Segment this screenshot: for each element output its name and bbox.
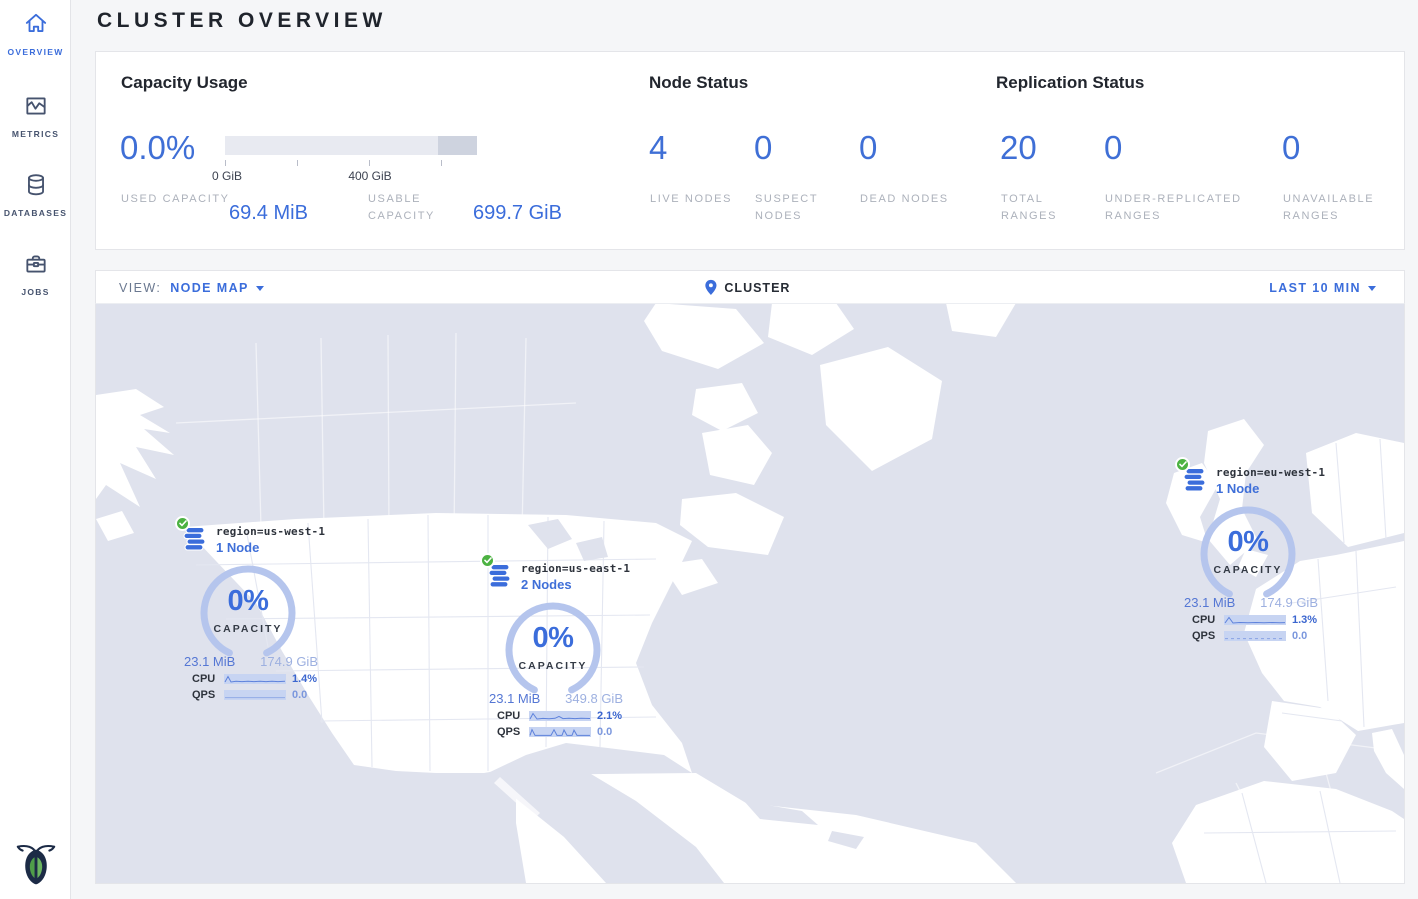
sidebar-item-metrics[interactable]: METRICS bbox=[0, 93, 71, 139]
view-selector-value: NODE MAP bbox=[170, 281, 249, 295]
capacity-usage-bar bbox=[225, 136, 477, 155]
node-count-link[interactable]: 1 Node bbox=[216, 540, 325, 555]
suspect-nodes-value: 0 bbox=[754, 129, 772, 167]
capacity-ring: 0% CAPACITY bbox=[198, 563, 298, 663]
total-ranges-value: 20 bbox=[1000, 129, 1037, 167]
qps-value: 0.0 bbox=[1292, 630, 1307, 642]
metrics-icon bbox=[23, 93, 49, 124]
capacity-ring: 0% CAPACITY bbox=[1198, 504, 1298, 604]
capacity-tick-label: 0 GiB bbox=[212, 169, 242, 183]
sidebar-item-overview[interactable]: OVERVIEW bbox=[0, 11, 71, 57]
qps-sparkline bbox=[529, 727, 591, 737]
capacity-tick bbox=[441, 160, 442, 166]
home-icon bbox=[23, 11, 49, 42]
qps-value: 0.0 bbox=[292, 689, 307, 701]
qps-label: QPS bbox=[192, 689, 218, 701]
qps-label: QPS bbox=[1192, 630, 1218, 642]
qps-label: QPS bbox=[497, 726, 523, 738]
usable-capacity-label: USABLE CAPACITY bbox=[368, 191, 488, 225]
node-status-title: Node Status bbox=[649, 73, 748, 93]
sidebar-item-label: METRICS bbox=[0, 129, 71, 139]
cpu-sparkline bbox=[1224, 615, 1286, 625]
map-toolbar: VIEW: NODE MAP CLUSTER LAST 10 MIN bbox=[95, 270, 1405, 304]
cpu-label: CPU bbox=[192, 673, 218, 685]
map-pin-icon bbox=[704, 279, 717, 296]
capacity-used-percent: 0.0% bbox=[120, 129, 195, 167]
view-label: VIEW: bbox=[119, 281, 161, 295]
node-popup-eu-west-1[interactable]: region=eu-west-1 1 Node 0% CAPACITY 23.1… bbox=[1182, 466, 1334, 642]
usable-capacity-value: 699.7 GiB bbox=[473, 202, 562, 225]
region-label: region=eu-west-1 bbox=[1216, 466, 1325, 479]
suspect-nodes-label: SUSPECT NODES bbox=[755, 191, 845, 225]
region-label: region=us-east-1 bbox=[521, 562, 630, 575]
time-range-value: LAST 10 MIN bbox=[1269, 281, 1361, 295]
qps-sparkline bbox=[224, 690, 286, 700]
node-popup-us-east-1[interactable]: region=us-east-1 2 Nodes 0% CAPACITY 23.… bbox=[487, 562, 639, 738]
cpu-label: CPU bbox=[497, 710, 523, 722]
replication-status-title: Replication Status bbox=[996, 73, 1144, 93]
unavailable-ranges-value: 0 bbox=[1282, 129, 1300, 167]
cpu-value: 1.4% bbox=[292, 673, 317, 685]
healthy-check-icon bbox=[1175, 457, 1190, 472]
capacity-tick bbox=[369, 160, 370, 166]
live-nodes-value: 4 bbox=[649, 129, 667, 167]
chevron-down-icon bbox=[1368, 286, 1376, 291]
capacity-percent: 0% bbox=[198, 585, 298, 618]
cpu-value: 2.1% bbox=[597, 710, 622, 722]
live-nodes-label: LIVE NODES bbox=[650, 191, 740, 208]
capacity-percent: 0% bbox=[1198, 526, 1298, 559]
capacity-label: CAPACITY bbox=[1198, 564, 1298, 576]
capacity-bar-end-segment bbox=[438, 136, 477, 155]
capacity-usage-title: Capacity Usage bbox=[121, 73, 248, 93]
cpu-sparkline bbox=[224, 674, 286, 684]
view-selector-dropdown[interactable]: NODE MAP bbox=[170, 281, 264, 295]
healthy-check-icon bbox=[480, 553, 495, 568]
under-replicated-ranges-value: 0 bbox=[1104, 129, 1122, 167]
page-title: CLUSTER OVERVIEW bbox=[97, 9, 387, 33]
sidebar-item-databases[interactable]: DATABASES bbox=[0, 172, 71, 218]
under-replicated-ranges-label: UNDER-REPLICATED RANGES bbox=[1105, 191, 1265, 225]
total-ranges-label: TOTAL RANGES bbox=[1001, 191, 1091, 225]
region-label: region=us-west-1 bbox=[216, 525, 325, 538]
used-capacity-value: 69.4 MiB bbox=[229, 202, 308, 225]
chevron-down-icon bbox=[256, 286, 264, 291]
capacity-tick bbox=[225, 160, 226, 166]
cpu-sparkline bbox=[529, 711, 591, 721]
sidebar-item-label: OVERVIEW bbox=[0, 47, 71, 57]
cockroachdb-logo bbox=[0, 838, 71, 891]
cpu-label: CPU bbox=[1192, 614, 1218, 626]
node-count-link[interactable]: 1 Node bbox=[1216, 481, 1325, 496]
sidebar-item-jobs[interactable]: JOBS bbox=[0, 251, 71, 297]
dead-nodes-value: 0 bbox=[859, 129, 877, 167]
node-count-link[interactable]: 2 Nodes bbox=[521, 577, 630, 592]
healthy-check-icon bbox=[175, 516, 190, 531]
used-capacity-label: USED CAPACITY bbox=[121, 191, 241, 208]
qps-value: 0.0 bbox=[597, 726, 612, 738]
cpu-value: 1.3% bbox=[1292, 614, 1317, 626]
cluster-overview-page: OVERVIEW METRICS DATABASES bbox=[0, 0, 1418, 899]
breadcrumb-cluster: CLUSTER bbox=[724, 281, 790, 295]
capacity-label: CAPACITY bbox=[503, 660, 603, 672]
capacity-ring: 0% CAPACITY bbox=[503, 600, 603, 700]
capacity-tick bbox=[297, 160, 298, 166]
node-popup-us-west-1[interactable]: region=us-west-1 1 Node 0% CAPACITY 23.1… bbox=[182, 525, 334, 701]
capacity-label: CAPACITY bbox=[198, 623, 298, 635]
summary-panel: Capacity Usage 0.0% 0 GiB 400 GiB USED C… bbox=[95, 51, 1405, 250]
capacity-tick-label: 400 GiB bbox=[348, 169, 391, 183]
qps-sparkline bbox=[1224, 631, 1286, 641]
capacity-percent: 0% bbox=[503, 622, 603, 655]
node-map: region=us-west-1 1 Node 0% CAPACITY 23.1… bbox=[95, 303, 1405, 884]
time-range-dropdown[interactable]: LAST 10 MIN bbox=[1269, 281, 1376, 295]
sidebar-item-label: DATABASES bbox=[0, 208, 71, 218]
briefcase-icon bbox=[23, 251, 49, 282]
database-icon bbox=[23, 172, 49, 203]
sidebar: OVERVIEW METRICS DATABASES bbox=[0, 0, 71, 899]
sidebar-item-label: JOBS bbox=[0, 287, 71, 297]
dead-nodes-label: DEAD NODES bbox=[860, 191, 950, 208]
unavailable-ranges-label: UNAVAILABLE RANGES bbox=[1283, 191, 1403, 225]
breadcrumb[interactable]: CLUSTER bbox=[704, 271, 790, 304]
